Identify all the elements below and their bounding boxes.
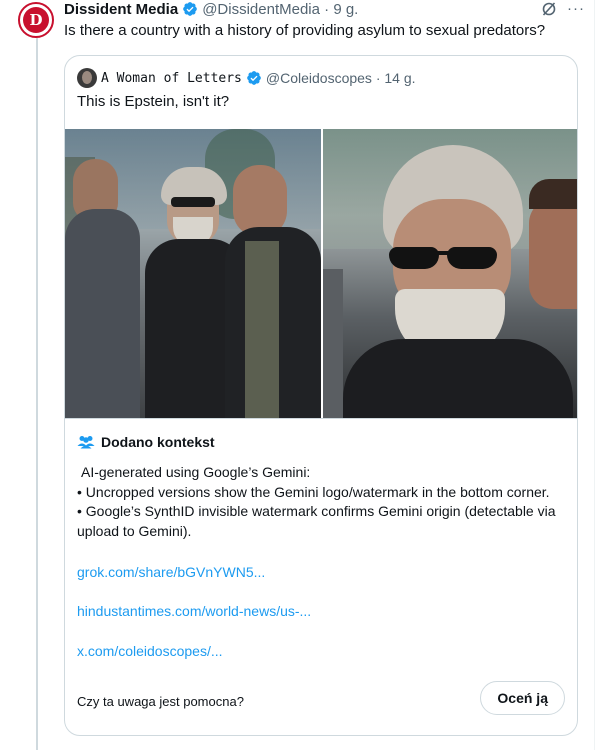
quote-author-name[interactable]: A Woman of Letters	[101, 71, 242, 86]
thread-line	[36, 38, 38, 750]
photo-grid	[65, 129, 577, 418]
note-link-x[interactable]: x.com/coleidoscopes/...	[77, 643, 223, 659]
note-link-hindustantimes[interactable]: hindustantimes.com/world-news/us-...	[77, 603, 311, 619]
photo-1[interactable]	[65, 129, 321, 418]
post-header: Dissident Media @DissidentMedia · 9 g.	[64, 0, 358, 18]
separator-dot: ·	[319, 0, 334, 18]
avatar[interactable]: D	[18, 2, 54, 38]
quoted-post[interactable]: A Woman of Letters @Coleidoscopes · 14 g…	[64, 55, 578, 736]
community-note: Dodano kontekst AI-generated using Googl…	[65, 418, 577, 735]
post-time[interactable]: 9 g.	[333, 1, 358, 18]
note-title: Dodano kontekst	[101, 434, 215, 450]
note-line-2: • Uncropped versions show the Gemini log…	[77, 483, 550, 500]
header-actions: ···	[541, 0, 585, 17]
avatar-logo: D	[23, 7, 49, 33]
note-line-1: AI-generated using Google’s Gemini:	[81, 464, 311, 480]
note-link-grok[interactable]: grok.com/share/bGVnYWN5...	[77, 564, 265, 580]
helpful-question: Czy ta uwaga jest pomocna?	[77, 694, 244, 709]
separator-dot: ·	[371, 70, 385, 86]
quote-header: A Woman of Letters @Coleidoscopes · 14 g…	[77, 68, 416, 88]
photo-2[interactable]	[323, 129, 577, 418]
grok-icon[interactable]	[541, 1, 557, 17]
author-name[interactable]: Dissident Media	[64, 1, 178, 18]
quote-text: This is Epstein, isn't it?	[77, 93, 230, 110]
author-handle[interactable]: @DissidentMedia	[202, 1, 320, 18]
note-title-row: Dodano kontekst	[77, 434, 215, 450]
note-body: AI-generated using Google’s Gemini: • Un…	[77, 463, 567, 541]
quote-author-handle[interactable]: @Coleidoscopes	[266, 70, 372, 86]
verified-badge-icon	[183, 2, 198, 16]
more-icon[interactable]: ···	[567, 0, 585, 17]
note-line-3: • Google’s SynthID invisible watermark c…	[77, 503, 556, 539]
quote-avatar[interactable]	[77, 68, 97, 88]
people-icon	[77, 436, 95, 449]
rate-note-button[interactable]: Oceń ją	[480, 681, 565, 715]
quote-time[interactable]: 14 g.	[384, 70, 415, 86]
verified-badge-icon	[247, 71, 261, 85]
post-text: Is there a country with a history of pro…	[64, 22, 546, 39]
